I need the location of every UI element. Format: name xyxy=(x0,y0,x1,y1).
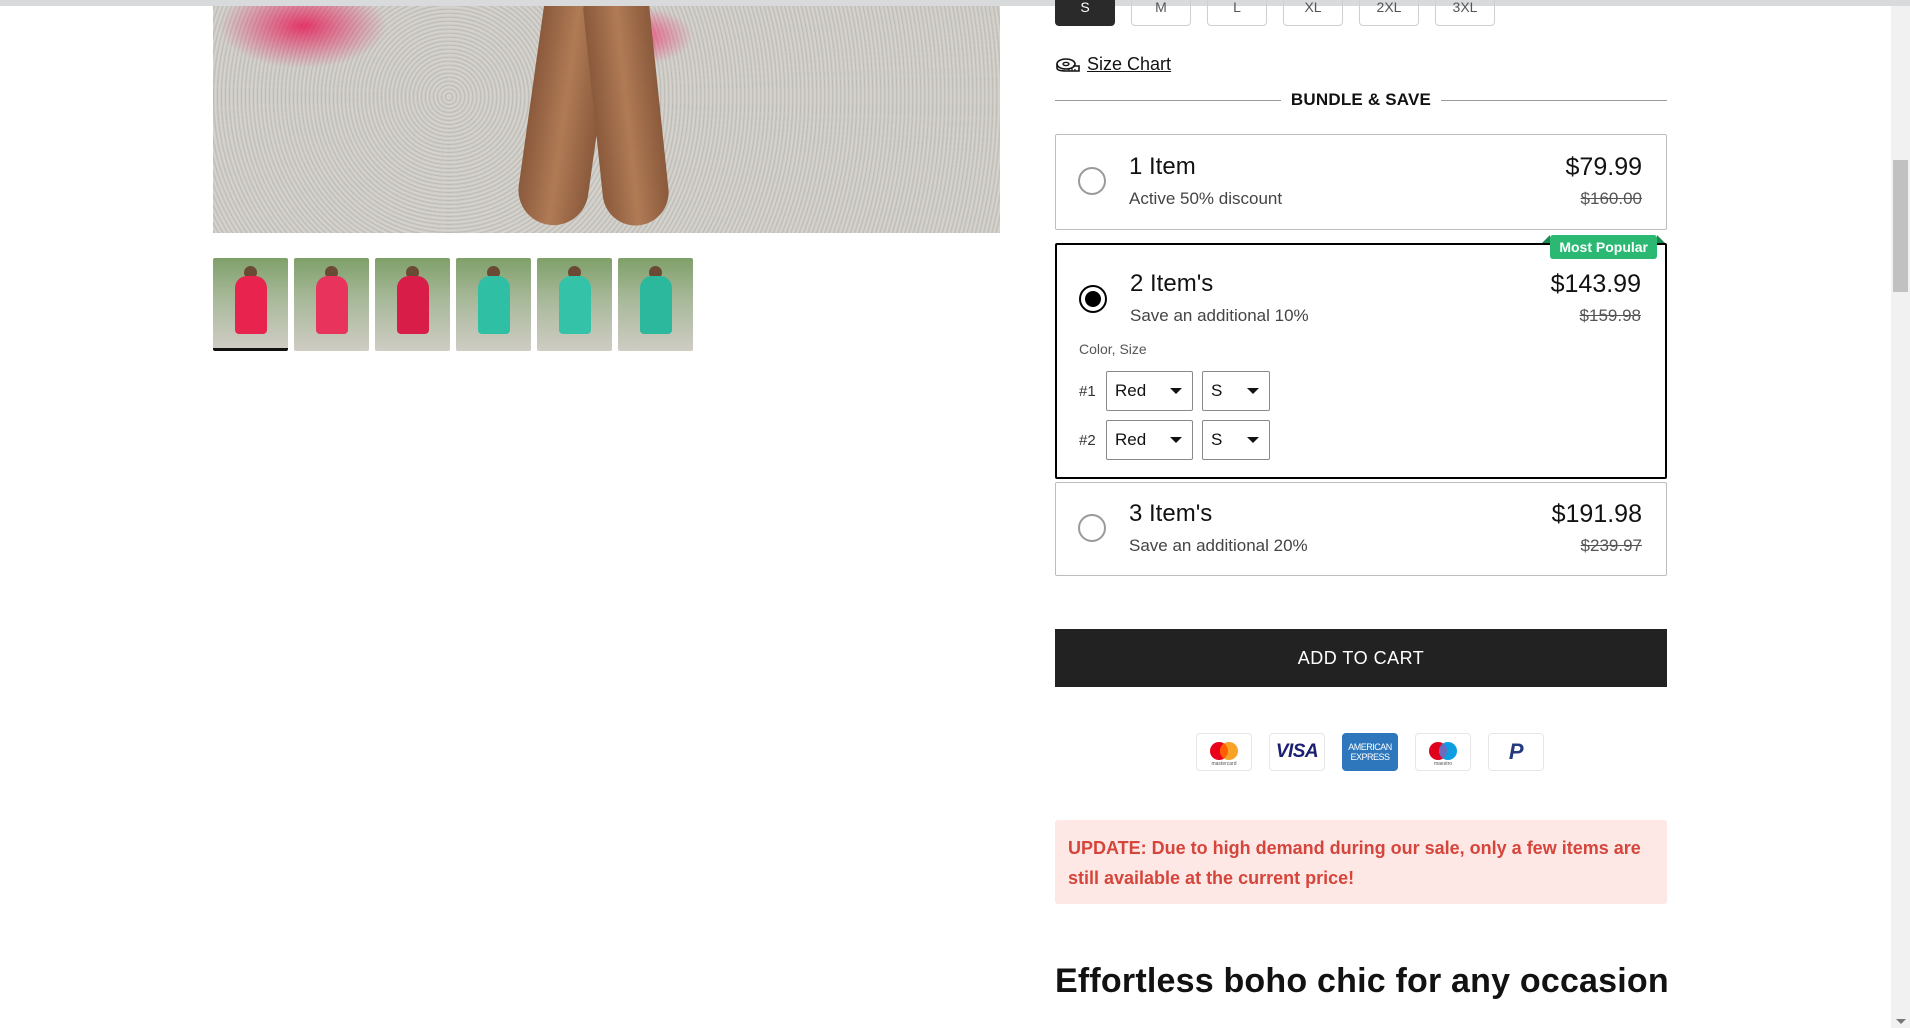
option-old-price: $160.00 xyxy=(1580,189,1642,208)
product-thumbnail[interactable] xyxy=(213,258,288,351)
option-subtitle: Save an additional 20% xyxy=(1129,536,1308,555)
size-select[interactable]: S xyxy=(1202,420,1270,460)
size-option[interactable]: 2XL xyxy=(1359,0,1419,26)
mastercard-icon: mastercard xyxy=(1196,733,1252,771)
bundle-header-label: BUNDLE & SAVE xyxy=(1290,90,1432,109)
thumbnail-dress xyxy=(478,276,510,334)
color-select[interactable]: Red xyxy=(1106,420,1193,460)
product-thumbnail[interactable] xyxy=(618,258,693,351)
size-select[interactable]: S xyxy=(1202,371,1270,411)
option-title: 3 Item's xyxy=(1129,500,1213,527)
product-main-image[interactable] xyxy=(213,6,1000,233)
option-price: $79.99 xyxy=(1565,153,1642,181)
option-old-price: $239.97 xyxy=(1580,536,1642,555)
size-select-value: S xyxy=(1211,430,1223,449)
color-select-value: Red xyxy=(1115,381,1147,400)
visa-label: VISA xyxy=(1275,741,1319,762)
mastercard-label: mastercard xyxy=(1211,761,1237,767)
product-thumbnails xyxy=(213,258,693,351)
product-thumbnail[interactable] xyxy=(375,258,450,351)
color-select-value: Red xyxy=(1115,430,1147,449)
variant-number: #2 xyxy=(1079,431,1096,449)
thumbnail-dress xyxy=(397,276,429,334)
divider xyxy=(1441,99,1667,101)
bundle-option-1[interactable]: 1 Item Active 50% discount $79.99 $160.0… xyxy=(1055,134,1667,230)
thumbnail-dress xyxy=(640,276,672,334)
radio-button-selected[interactable] xyxy=(1079,285,1107,313)
product-thumbnail[interactable] xyxy=(456,258,531,351)
paypal-icon: P xyxy=(1488,733,1544,771)
option-subtitle: Save an additional 10% xyxy=(1130,306,1309,325)
variant-row-1: #1 Red S xyxy=(1079,371,1270,411)
option-price: $143.99 xyxy=(1550,270,1641,298)
payment-icons: mastercard VISA AMERICAN EXPRESS maestro… xyxy=(1196,733,1544,771)
scrollbar-thumb[interactable] xyxy=(1893,160,1908,292)
product-thumbnail[interactable] xyxy=(537,258,612,351)
variant-row-2: #2 Red S xyxy=(1079,420,1270,460)
description-heading: Effortless boho chic for any occasion xyxy=(1055,962,1669,1000)
maestro-label: maestro xyxy=(1433,761,1453,767)
size-option[interactable]: XL xyxy=(1283,0,1343,26)
bundle-option-3[interactable]: 3 Item's Save an additional 20% $191.98 … xyxy=(1055,482,1667,576)
maestro-icon: maestro xyxy=(1415,733,1471,771)
visa-icon: VISA xyxy=(1269,733,1325,771)
ruler-icon xyxy=(1056,57,1080,72)
bundle-header: BUNDLE & SAVE xyxy=(1055,88,1667,112)
paypal-label: P xyxy=(1508,739,1524,764)
variant-number: #1 xyxy=(1079,382,1096,400)
thumbnail-dress xyxy=(559,276,591,334)
divider xyxy=(1055,99,1281,101)
caret-down-icon xyxy=(1247,437,1259,443)
thumbnail-dress xyxy=(235,276,267,334)
scroll-down-arrow-icon[interactable] xyxy=(1896,1019,1906,1024)
radio-button[interactable] xyxy=(1078,167,1106,195)
caret-down-icon xyxy=(1170,437,1182,443)
color-select[interactable]: Red xyxy=(1106,371,1193,411)
size-chart-link[interactable]: Size Chart xyxy=(1055,54,1171,75)
most-popular-badge: Most Popular xyxy=(1542,235,1665,259)
option-title: 1 Item xyxy=(1129,153,1196,180)
size-selector: S M L XL 2XL 3XL xyxy=(1055,0,1495,26)
caret-down-icon xyxy=(1247,388,1259,394)
stock-notice: UPDATE: Due to high demand during our sa… xyxy=(1055,820,1667,904)
size-chart-label[interactable]: Size Chart xyxy=(1087,54,1171,75)
option-price: $191.98 xyxy=(1551,500,1642,528)
radio-button[interactable] xyxy=(1078,514,1106,542)
amex-icon: AMERICAN EXPRESS xyxy=(1342,733,1398,771)
variant-label: Color, Size xyxy=(1079,341,1147,357)
option-subtitle: Active 50% discount xyxy=(1129,189,1283,208)
amex-label: AMERICAN EXPRESS xyxy=(1348,742,1392,762)
option-old-price: $159.98 xyxy=(1579,306,1641,325)
size-option[interactable]: L xyxy=(1207,0,1267,26)
thumbnail-dress xyxy=(316,276,348,334)
option-title: 2 Item's xyxy=(1130,270,1214,297)
size-select-value: S xyxy=(1211,381,1223,400)
product-thumbnail[interactable] xyxy=(294,258,369,351)
size-option[interactable]: 3XL xyxy=(1435,0,1495,26)
caret-down-icon xyxy=(1170,388,1182,394)
size-option[interactable]: M xyxy=(1131,0,1191,26)
size-option[interactable]: S xyxy=(1055,0,1115,26)
bundle-option-2[interactable]: Most Popular 2 Item's Save an additional… xyxy=(1055,235,1667,479)
add-to-cart-button[interactable]: ADD TO CART xyxy=(1055,629,1667,687)
